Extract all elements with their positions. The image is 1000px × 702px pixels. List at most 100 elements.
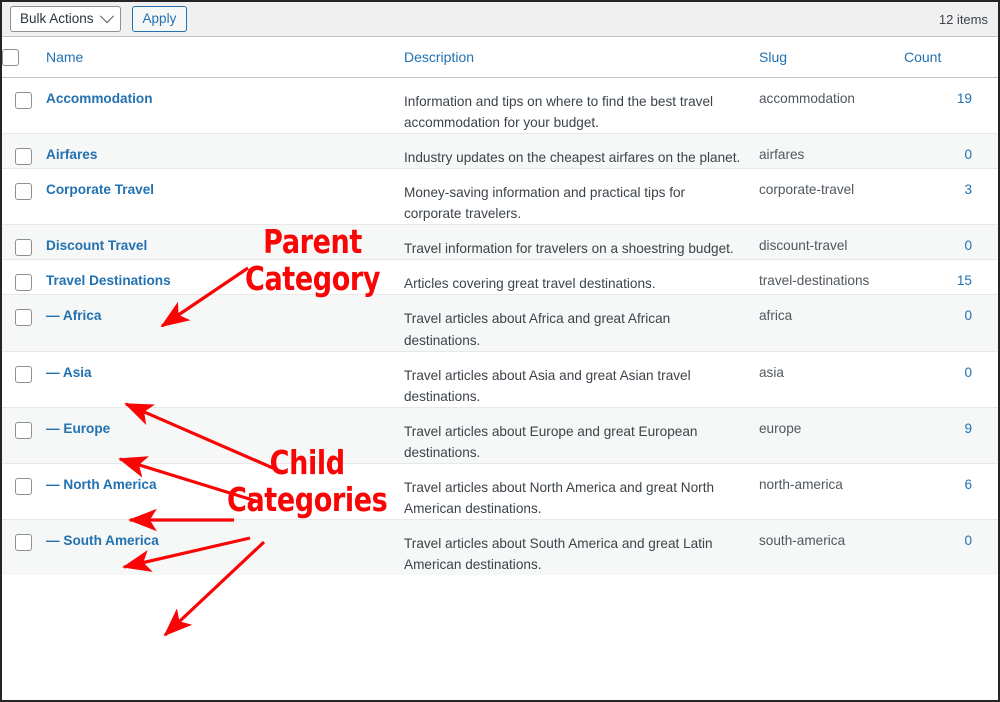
select-all-header [2, 36, 46, 78]
category-name-cell: — Africa [46, 294, 404, 352]
category-name-link[interactable]: Accommodation [46, 91, 153, 106]
category-description-cell: Travel articles about North America and … [404, 463, 759, 520]
category-description-cell: Travel articles about South America and … [404, 535, 713, 572]
category-description-cell: Information and tips on where to find th… [404, 77, 759, 135]
row-select-cell [2, 519, 46, 575]
category-slug-cell: airfares [759, 133, 904, 170]
category-slug-cell: north-america [759, 463, 904, 520]
child-indent-dash: — [46, 532, 64, 548]
category-count-link[interactable]: 3 [964, 182, 972, 197]
row-checkbox[interactable] [15, 533, 32, 551]
table-row: Corporate Travel Money-saving information… [2, 168, 998, 226]
row-checkbox[interactable] [15, 365, 32, 383]
row-checkbox[interactable] [15, 92, 32, 109]
category-description-cell: Industry updates on the cheapest airfare… [404, 133, 759, 170]
row-checkbox[interactable] [15, 148, 32, 166]
category-count-link[interactable]: 0 [964, 533, 972, 548]
table-row: Airfares Industry updates on the cheapest… [2, 133, 998, 170]
category-name-cell: Airfares [46, 133, 404, 170]
table-row: — Africa Travel articles about Africa and… [2, 294, 998, 352]
bulk-actions-select[interactable]: Bulk Actions [10, 6, 121, 32]
category-count-cell: 3 [904, 168, 998, 226]
table-body: Accommodation Information and tips on whe… [2, 77, 998, 576]
row-checkbox[interactable] [15, 239, 32, 257]
category-count-cell: 9 [904, 407, 998, 464]
category-name-link[interactable]: North America [63, 477, 156, 492]
category-name-link[interactable]: Corporate Travel [46, 182, 154, 197]
category-name-link[interactable]: Airfares [46, 147, 97, 162]
row-checkbox[interactable] [15, 183, 32, 201]
row-checkbox[interactable] [15, 309, 32, 327]
category-name-cell: Travel Destinations [46, 259, 404, 296]
category-count-cell: 0 [904, 133, 998, 170]
category-name-link[interactable]: Discount Travel [46, 238, 147, 253]
category-count-link[interactable]: 0 [964, 365, 972, 380]
apply-button[interactable]: Apply [131, 6, 188, 32]
table-row: — North America Travel articles about Nor… [2, 463, 998, 520]
category-name-cell: — Europe [46, 407, 404, 464]
category-count-link[interactable]: 15 [957, 273, 972, 288]
category-name-cell: Discount Travel [46, 224, 404, 261]
child-indent-dash: — [46, 364, 63, 380]
category-count-cell: 6 [904, 463, 998, 520]
table-row: Travel Destinations Articles covering gre… [2, 259, 998, 296]
categories-table: Name Description Slug Count Accommodatio… [2, 36, 998, 576]
category-name-link[interactable]: South America [63, 533, 158, 548]
table-row: — Asia Travel articles about Asia and gre… [2, 351, 998, 408]
category-count-cell: 0 [904, 294, 998, 352]
items-count: 12 items [938, 11, 988, 27]
row-select-cell [2, 294, 46, 352]
category-name-link[interactable]: Africa [63, 308, 102, 323]
table-toolbar: Bulk Actions Apply 12 items [2, 2, 998, 36]
column-header-description[interactable]: Description [404, 36, 759, 78]
row-select-cell [2, 77, 46, 135]
column-header-count[interactable]: Count [904, 36, 998, 78]
row-checkbox[interactable] [15, 274, 32, 292]
category-slug-cell: discount-travel [759, 224, 904, 261]
category-name-cell: Accommodation [46, 77, 404, 135]
column-header-description-label: Description [404, 49, 475, 65]
category-count-link[interactable]: 9 [964, 421, 972, 436]
category-count-cell: 19 [904, 77, 998, 135]
category-name-cell: — North America [46, 463, 404, 520]
category-slug-cell: south-america [759, 532, 846, 548]
category-count-cell: 0 [904, 351, 998, 408]
category-name-link[interactable]: Asia [63, 365, 92, 380]
row-select-cell [2, 463, 46, 520]
row-select-cell [2, 168, 46, 226]
category-count-link[interactable]: 19 [957, 91, 972, 106]
category-count-link[interactable]: 0 [964, 308, 972, 323]
category-description-cell: Articles covering great travel destinati… [404, 259, 759, 296]
category-description-cell: Money-saving information and practical t… [404, 168, 759, 226]
row-checkbox[interactable] [15, 477, 32, 495]
row-select-cell [2, 133, 46, 170]
column-header-slug-label: Slug [759, 49, 788, 65]
category-count-cell: 0 [904, 519, 998, 575]
category-count-link[interactable]: 0 [964, 147, 972, 162]
column-header-name[interactable]: Name [46, 36, 404, 78]
category-name-cell: Corporate Travel [46, 168, 404, 226]
category-slug-cell: europe [759, 407, 904, 464]
category-name-link[interactable]: Europe [63, 421, 110, 436]
screenshot-root: Bulk Actions Apply 12 items Name Descrip… [0, 0, 1000, 702]
category-name-link[interactable]: Travel Destinations [46, 273, 171, 288]
row-select-cell [2, 224, 46, 261]
select-all-checkbox[interactable] [2, 49, 19, 66]
table-row: — South America Travel articles about Sou… [2, 519, 998, 576]
row-checkbox[interactable] [15, 421, 32, 439]
column-header-slug[interactable]: Slug [759, 36, 904, 78]
column-header-count-label: Count [904, 49, 942, 65]
table-row: — Europe Travel articles about Europe and… [2, 407, 998, 464]
category-slug-cell: asia [759, 351, 904, 408]
child-indent-dash: — [46, 476, 64, 492]
category-count-link[interactable]: 6 [964, 477, 972, 492]
category-count-link[interactable]: 0 [964, 238, 972, 253]
category-slug-cell: corporate-travel [759, 168, 904, 226]
category-name-cell: — South America [46, 519, 404, 575]
category-description-cell: Travel articles about Africa and great A… [404, 294, 759, 352]
table-row: Accommodation Information and tips on whe… [2, 77, 998, 135]
category-slug-cell: travel-destinations [759, 259, 904, 296]
category-count-cell: 0 [904, 224, 998, 261]
category-slug-cell: accommodation [759, 77, 904, 135]
bulk-actions-label: Bulk Actions [20, 11, 94, 27]
